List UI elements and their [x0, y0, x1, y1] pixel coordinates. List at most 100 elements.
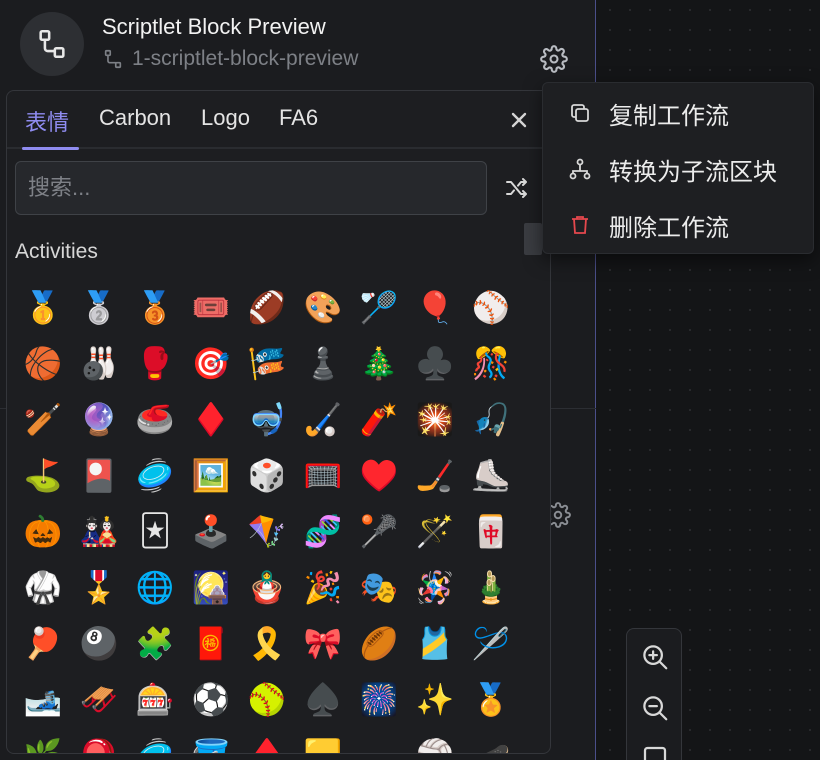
- emoji-item[interactable]: 🕹️: [183, 503, 239, 559]
- emoji-item[interactable]: 🏑: [295, 391, 351, 447]
- emoji-item[interactable]: 🪆: [239, 559, 295, 615]
- emoji-item[interactable]: 🥋: [15, 559, 71, 615]
- emoji-item[interactable]: 🪡: [463, 615, 519, 671]
- emoji-item[interactable]: 🪀: [71, 727, 127, 754]
- emoji-item[interactable]: 🎗️: [239, 615, 295, 671]
- convert-to-subflow-item[interactable]: 转换为子流区块: [543, 143, 815, 195]
- emoji-item[interactable]: 🎳: [71, 335, 127, 391]
- scrollbar-thumb[interactable]: [524, 223, 542, 255]
- emoji-item[interactable]: 🎰: [127, 671, 183, 727]
- emoji-item[interactable]: ⚾: [463, 279, 519, 335]
- emoji-item[interactable]: 🥅: [295, 447, 351, 503]
- emoji-item[interactable]: ♣️: [407, 335, 463, 391]
- emoji-item[interactable]: 🃏: [127, 503, 183, 559]
- emoji-item[interactable]: 🎄: [351, 335, 407, 391]
- emoji-item[interactable]: 🏐: [407, 727, 463, 754]
- emoji-item[interactable]: 🥈: [71, 279, 127, 335]
- emoji-item[interactable]: 🎉: [295, 559, 351, 615]
- emoji-item[interactable]: 🎲: [239, 447, 295, 503]
- tab-fa6[interactable]: FA6: [279, 105, 318, 131]
- emoji-item[interactable]: 🌐: [127, 559, 183, 615]
- emoji-item[interactable]: 🟨: [295, 727, 351, 754]
- emoji-item[interactable]: 🥍: [351, 503, 407, 559]
- emoji-item[interactable]: 🏈: [239, 279, 295, 335]
- emoji-item[interactable]: 🏒: [407, 447, 463, 503]
- emoji-item[interactable]: 🪁: [239, 503, 295, 559]
- emoji-item[interactable]: 🎯: [183, 335, 239, 391]
- emoji-item[interactable]: 🥎: [239, 671, 295, 727]
- emoji-item[interactable]: 🪣: [183, 727, 239, 754]
- gear-icon[interactable]: [540, 45, 568, 73]
- search-input[interactable]: [15, 161, 487, 215]
- emoji-item[interactable]: ♦️: [183, 391, 239, 447]
- emoji-item[interactable]: 🔮: [71, 391, 127, 447]
- emoji-item[interactable]: 🎏: [239, 335, 295, 391]
- fit-view-icon[interactable]: [640, 743, 670, 760]
- flow-icon[interactable]: [20, 12, 84, 76]
- emoji-item[interactable]: 🧩: [127, 615, 183, 671]
- emoji-item[interactable]: 🤿: [239, 391, 295, 447]
- emoji-item[interactable]: 🎊: [463, 335, 519, 391]
- tab-carbon[interactable]: Carbon: [99, 105, 171, 131]
- emoji-item[interactable]: 🎿: [15, 671, 71, 727]
- emoji-item[interactable]: 🏓: [15, 615, 71, 671]
- emoji-item[interactable]: 🏅: [463, 671, 519, 727]
- emoji-item[interactable]: 🎆: [351, 671, 407, 727]
- emoji-item[interactable]: 🀄: [463, 503, 519, 559]
- emoji-item[interactable]: 🎱: [71, 615, 127, 671]
- emoji-item[interactable]: 🛷: [71, 671, 127, 727]
- emoji-item[interactable]: 🎑: [183, 559, 239, 615]
- emoji-item[interactable]: 🏏: [15, 391, 71, 447]
- emoji-item[interactable]: [351, 727, 407, 753]
- delete-workflow-item[interactable]: 删除工作流: [543, 199, 815, 251]
- emoji-item[interactable]: 🎴: [71, 447, 127, 503]
- emoji-item[interactable]: ✨: [407, 671, 463, 727]
- emoji-item[interactable]: 🎇: [407, 391, 463, 447]
- workflow-title: Scriptlet Block Preview: [102, 14, 326, 39]
- emoji-item[interactable]: 🪄: [407, 503, 463, 559]
- emoji-item[interactable]: ♥️: [351, 447, 407, 503]
- emoji-item[interactable]: 🏀: [15, 335, 71, 391]
- close-icon[interactable]: [507, 108, 531, 132]
- emoji-item[interactable]: 🎈: [407, 279, 463, 335]
- emoji-item[interactable]: ⛸️: [463, 447, 519, 503]
- emoji-item[interactable]: 🏉: [351, 615, 407, 671]
- zoom-out-icon[interactable]: [640, 693, 670, 723]
- emoji-item[interactable]: 🎽: [407, 615, 463, 671]
- emoji-item[interactable]: 🥉: [127, 279, 183, 335]
- icon-picker-popover: 表情 Carbon Logo FA6 Activities 🥇🥈🥉🎟️🏈🎨🏸🎈⚾…: [6, 90, 551, 754]
- emoji-item[interactable]: 🎖️: [71, 559, 127, 615]
- emoji-item[interactable]: 🎃: [15, 503, 71, 559]
- emoji-item[interactable]: 🧨: [351, 391, 407, 447]
- duplicate-workflow-item[interactable]: 复制工作流: [543, 87, 815, 139]
- emoji-item[interactable]: 🎭: [351, 559, 407, 615]
- emoji-item[interactable]: 🎣: [463, 391, 519, 447]
- emoji-item[interactable]: 🎎: [71, 503, 127, 559]
- zoom-in-icon[interactable]: [640, 642, 670, 672]
- tab-emoji[interactable]: 表情: [25, 105, 69, 137]
- emoji-item[interactable]: 🎀: [295, 615, 351, 671]
- emoji-item[interactable]: 🥇: [15, 279, 71, 335]
- tab-logo[interactable]: Logo: [201, 105, 250, 131]
- emoji-item[interactable]: 🥊: [127, 335, 183, 391]
- emoji-item[interactable]: 🎍: [463, 559, 519, 615]
- emoji-item[interactable]: 🪅: [407, 559, 463, 615]
- emoji-item[interactable]: ♦️: [239, 727, 295, 754]
- emoji-item[interactable]: ♟️: [295, 335, 351, 391]
- emoji-item[interactable]: 🎨: [295, 279, 351, 335]
- emoji-item[interactable]: ⛳: [15, 447, 71, 503]
- emoji-item[interactable]: 🥏: [127, 727, 183, 754]
- emoji-item[interactable]: 🎟️: [183, 279, 239, 335]
- emoji-item[interactable]: 🧧: [183, 615, 239, 671]
- emoji-item[interactable]: 🥏: [127, 447, 183, 503]
- emoji-item[interactable]: 🏸: [351, 279, 407, 335]
- emoji-item[interactable]: 🖼️: [183, 447, 239, 503]
- emoji-item[interactable]: 🥌: [127, 391, 183, 447]
- copy-icon: [567, 100, 593, 126]
- emoji-item[interactable]: 🌿: [15, 727, 71, 754]
- emoji-item[interactable]: ♠️: [295, 671, 351, 727]
- emoji-item[interactable]: 🛹: [463, 727, 519, 754]
- shuffle-icon[interactable]: [504, 177, 530, 199]
- emoji-item[interactable]: ⚽: [183, 671, 239, 727]
- emoji-item[interactable]: 🧬: [295, 503, 351, 559]
